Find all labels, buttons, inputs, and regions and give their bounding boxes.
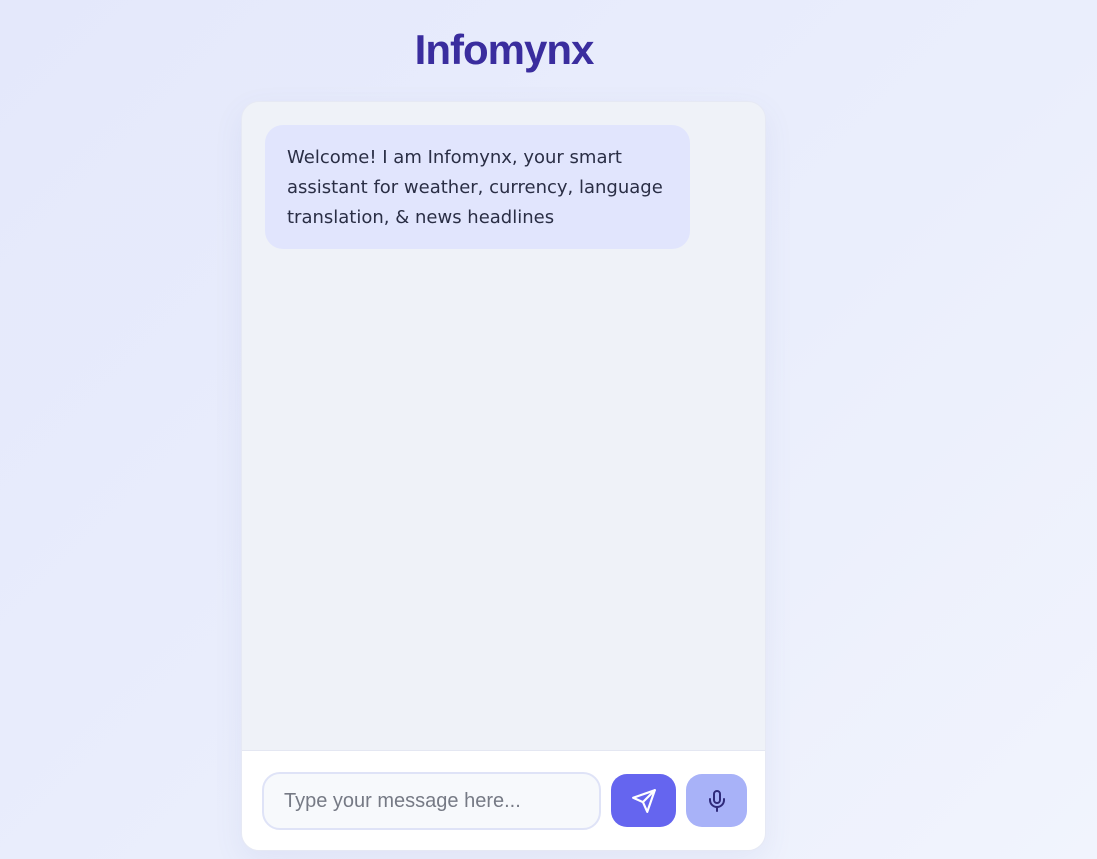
composer-bar: [242, 750, 765, 850]
message-list: Welcome! I am Infomynx, your smart assis…: [242, 102, 765, 752]
send-button[interactable]: [611, 774, 676, 827]
microphone-icon: [705, 789, 729, 813]
microphone-button[interactable]: [686, 774, 747, 827]
bot-message: Welcome! I am Infomynx, your smart assis…: [265, 125, 690, 249]
chat-window: Welcome! I am Infomynx, your smart assis…: [241, 101, 766, 851]
message-input[interactable]: [262, 772, 601, 830]
send-icon: [631, 788, 657, 814]
app-title: Infomynx: [414, 26, 595, 73]
